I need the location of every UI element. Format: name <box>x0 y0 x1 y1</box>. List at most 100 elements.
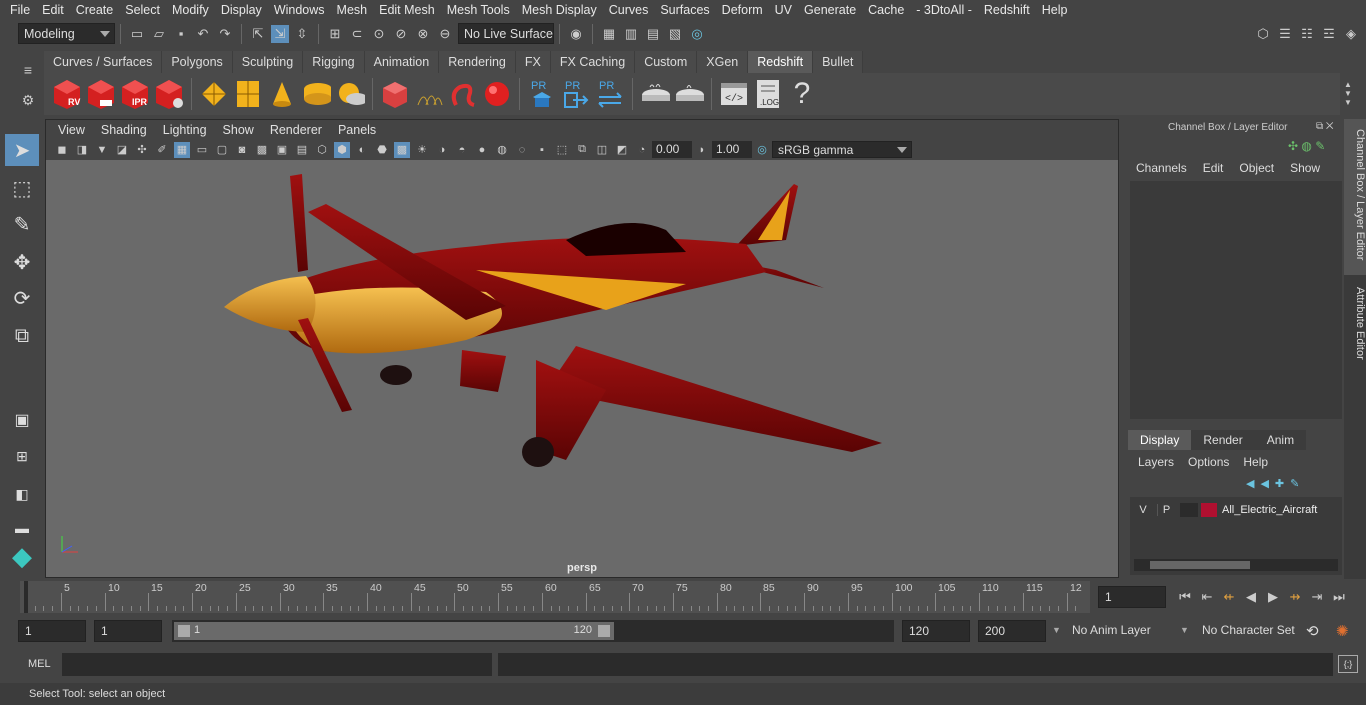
snap-point-icon[interactable]: ⊙ <box>370 25 388 43</box>
menu-surfaces[interactable]: Surfaces <box>654 3 715 17</box>
default-lighting-icon[interactable]: ◐ <box>354 142 370 158</box>
gamma-icon[interactable]: ◗ <box>694 142 710 158</box>
shelf-menu-icon[interactable]: ≡ <box>18 62 38 78</box>
menu-help[interactable]: Help <box>1036 3 1074 17</box>
rs-area-light-button[interactable] <box>233 77 263 111</box>
isolate-icon[interactable]: ◓ <box>454 142 470 158</box>
select-component-icon[interactable]: ⇳ <box>293 25 311 43</box>
safe-title-icon[interactable]: ▤ <box>294 142 310 158</box>
playback-start-field[interactable]: 1 <box>94 620 162 642</box>
snap-grid-icon[interactable]: ⊞ <box>326 25 344 43</box>
aircraft-model[interactable] <box>46 160 1118 560</box>
mel-input[interactable] <box>62 653 492 676</box>
help-icon[interactable]: ? <box>787 77 817 111</box>
channelbox-toggle-icon[interactable]: ☲ <box>1320 25 1338 43</box>
layer-visible-toggle[interactable]: V <box>1134 504 1152 516</box>
shelf-tab-redshift[interactable]: Redshift <box>748 51 814 73</box>
shelf-tab-polygons[interactable]: Polygons <box>162 51 233 73</box>
viewport-menu-renderer[interactable]: Renderer <box>262 123 330 137</box>
live-surface-icon[interactable]: ⊖ <box>436 25 454 43</box>
layer-scrollbar[interactable] <box>1134 559 1338 571</box>
four-view-icon[interactable]: ⊞ <box>5 440 39 472</box>
select-hierarchy-icon[interactable]: ⇱ <box>249 25 267 43</box>
shelf-tab-animation[interactable]: Animation <box>364 51 440 73</box>
move-tool-icon[interactable]: ✥ <box>5 246 39 278</box>
ipr-render-icon[interactable]: ▤ <box>644 25 662 43</box>
shelf-tab-bullet[interactable]: Bullet <box>813 51 864 73</box>
isolate-select-icon[interactable]: ⧉ <box>574 142 590 158</box>
pan-zoom-icon[interactable]: ✣ <box>134 142 150 158</box>
rs-ipr-button[interactable]: IPR <box>120 77 150 111</box>
colorspace-dropdown[interactable]: sRGB gamma <box>772 141 912 158</box>
ao-icon[interactable]: ● <box>474 142 490 158</box>
menu-mesh-display[interactable]: Mesh Display <box>516 3 603 17</box>
undo-icon[interactable]: ↶ <box>194 25 212 43</box>
viewport-menu-lighting[interactable]: Lighting <box>155 123 215 137</box>
snap-view-icon[interactable]: ⊘ <box>392 25 410 43</box>
script-editor-icon[interactable]: {;} <box>1338 655 1358 673</box>
shelf-settings-icon[interactable]: ⚙ <box>18 92 38 109</box>
camera-icon[interactable]: ◼ <box>54 142 70 158</box>
tab-channel-box[interactable]: Channel Box / Layer Editor <box>1344 119 1366 275</box>
mel-label[interactable]: MEL <box>28 658 51 670</box>
lights-icon[interactable]: ☀ <box>414 142 430 158</box>
menu-3dtoall[interactable]: - 3DtoAll - <box>910 3 978 17</box>
resolution-gate-icon[interactable]: ▢ <box>214 142 230 158</box>
camera-attr-icon[interactable]: ◨ <box>74 142 90 158</box>
shadows-icon[interactable]: ◑ <box>434 142 450 158</box>
anim-layer-arrow-icon[interactable]: ▼ <box>1052 625 1061 635</box>
viewport-menu-show[interactable]: Show <box>215 123 262 137</box>
rotate-tool-icon[interactable]: ⟳ <box>5 282 39 314</box>
bake-pie2-button[interactable] <box>674 77 704 111</box>
hypershade-icon[interactable]: ◎ <box>688 25 706 43</box>
shelf-tab-fx[interactable]: FX <box>515 51 551 73</box>
gate-mask-icon[interactable]: ◙ <box>234 142 250 158</box>
grease-pencil-icon[interactable]: ✐ <box>154 142 170 158</box>
menu-edit-mesh[interactable]: Edit Mesh <box>373 3 441 17</box>
layer-buttons[interactable]: ◀◀✚✎ <box>1246 477 1305 490</box>
shelf-tab-sculpting[interactable]: Sculpting <box>232 51 304 73</box>
channel-list[interactable] <box>1130 181 1342 419</box>
bookmark-icon[interactable]: ▼ <box>94 142 110 158</box>
panel-float-icon[interactable]: ⧉ ✕ <box>1316 121 1334 132</box>
safe-action-icon[interactable]: ▣ <box>274 142 290 158</box>
menu-generate[interactable]: Generate <box>798 3 862 17</box>
step-forward-icon[interactable]: ⇥ <box>1308 588 1326 606</box>
layer-ref-toggle[interactable] <box>1180 503 1198 517</box>
menu-display[interactable]: Display <box>215 3 268 17</box>
grid-icon[interactable]: ▦ <box>174 141 190 158</box>
snap-curve-icon[interactable]: ⊂ <box>348 25 366 43</box>
perspective-viewport[interactable]: View Shading Lighting Show Renderer Panels ◼ … <box>45 119 1119 578</box>
paint-select-tool-icon[interactable]: ✎ <box>5 208 39 240</box>
motion-blur-icon[interactable]: ◍ <box>494 142 510 158</box>
redo-icon[interactable]: ↷ <box>216 25 234 43</box>
range-slider-handle[interactable]: 1 120 <box>174 622 614 640</box>
xray-icon[interactable]: ▩ <box>394 141 410 158</box>
viewport-menu-view[interactable]: View <box>50 123 93 137</box>
select-object-icon[interactable]: ⇲ <box>271 24 289 43</box>
rs-light-diamond-button[interactable] <box>199 77 229 111</box>
menu-uv[interactable]: UV <box>769 3 798 17</box>
cb-menu-channels[interactable]: Channels <box>1136 161 1195 175</box>
layer-playback-toggle[interactable]: P <box>1157 504 1175 516</box>
layer-tab-display[interactable]: Display <box>1128 430 1192 450</box>
layer-menu-options[interactable]: Options <box>1188 455 1229 469</box>
rs-sphere-button[interactable] <box>482 77 512 111</box>
shelf-tab-rigging[interactable]: Rigging <box>303 51 365 73</box>
rs-pr-sync-button[interactable]: PR <box>595 77 625 111</box>
save-scene-icon[interactable]: ▪ <box>172 25 190 43</box>
shelf-tab-curves-surfaces[interactable]: Curves / Surfaces <box>44 51 163 73</box>
range-end-grip[interactable] <box>598 625 610 637</box>
range-slider[interactable]: 1 120 <box>172 620 894 642</box>
wireframe-icon[interactable]: ⬡ <box>314 142 330 158</box>
anim-prefs-icon[interactable]: ✺ <box>1336 622 1349 640</box>
layer-color-swatch[interactable] <box>1201 503 1217 517</box>
current-time-marker[interactable] <box>24 581 28 613</box>
anim-start-field[interactable]: 1 <box>18 620 86 642</box>
layer-tab-render[interactable]: Render <box>1191 430 1255 450</box>
menu-edit[interactable]: Edit <box>36 3 70 17</box>
menu-create[interactable]: Create <box>70 3 120 17</box>
menu-redshift[interactable]: Redshift <box>978 3 1036 17</box>
character-set-dropdown[interactable]: No Character Set <box>1196 620 1298 642</box>
open-scene-icon[interactable]: ▱ <box>150 25 168 43</box>
